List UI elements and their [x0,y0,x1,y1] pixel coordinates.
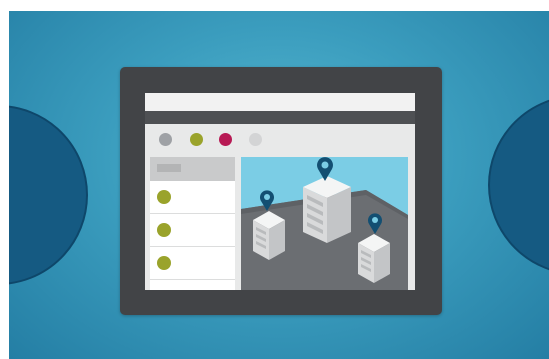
right-building[interactable] [358,234,390,283]
map-illustration [241,157,408,290]
map-view[interactable] [241,157,408,290]
left-building[interactable] [253,211,285,260]
bullet-icon [157,256,171,270]
gray-dot[interactable] [159,133,172,146]
sidebar-list [150,157,235,290]
sidebar-item-2[interactable] [150,214,235,247]
address-bar[interactable] [145,93,415,111]
sidebar-item-3[interactable] [150,247,235,280]
crimson-dot[interactable] [219,133,232,146]
add-circle-button[interactable] [9,105,88,285]
browser-divider [145,111,415,124]
sidebar-header [150,157,235,181]
map-pin-icon [317,157,333,181]
sidebar-header-placeholder [157,164,181,172]
bullet-icon [157,223,171,237]
olive-dot[interactable] [190,133,203,146]
light-gray-dot[interactable] [249,133,262,146]
device-screen [145,93,415,290]
center-building[interactable] [303,176,351,243]
tablet-device [120,67,442,315]
right-circle-button[interactable] [488,95,549,275]
sidebar-item-1[interactable] [150,181,235,214]
bullet-icon [157,190,171,204]
window-toolbar [145,124,415,152]
illustration-canvas [9,11,549,359]
